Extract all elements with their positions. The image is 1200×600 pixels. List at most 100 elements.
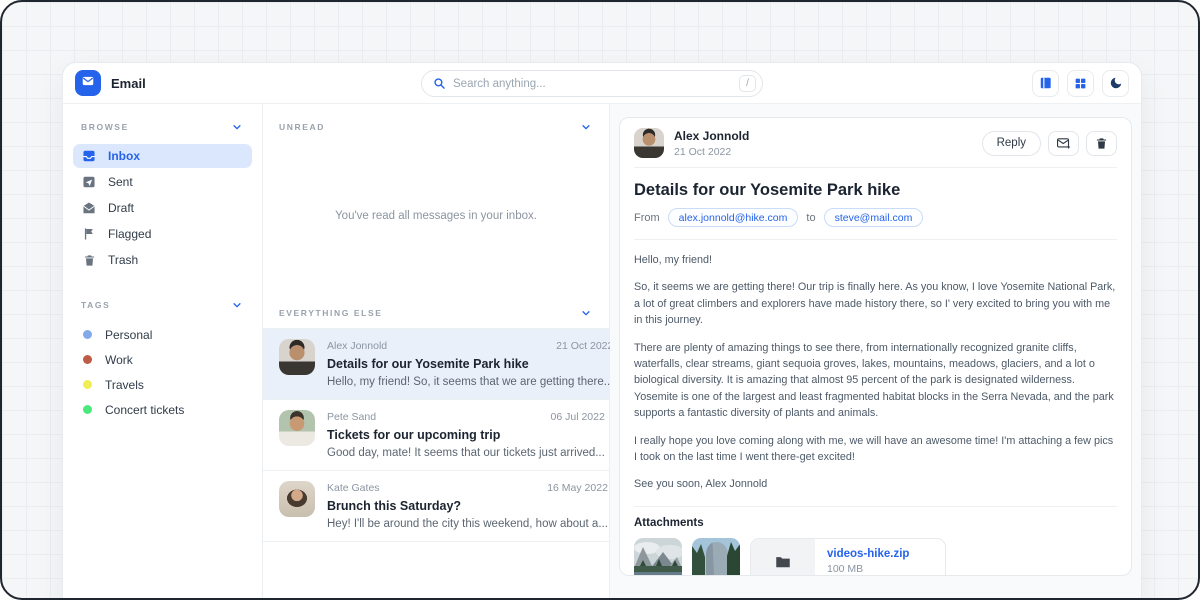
- draft-icon: [82, 201, 96, 215]
- email-sender: Pete Sand: [327, 411, 376, 423]
- tag-color-dot: [83, 405, 92, 414]
- email-subject: Brunch this Saturday?: [327, 499, 608, 513]
- email-preview: Hello, my friend! So, it seems that we a…: [327, 376, 613, 388]
- detail-actions: Reply: [982, 131, 1117, 156]
- sidebar-item-label: Sent: [108, 175, 133, 189]
- sender-avatar: [279, 410, 315, 446]
- tag-color-dot: [83, 330, 92, 339]
- chevron-down-icon: [232, 122, 242, 132]
- email-date: 06 Jul 2022: [551, 411, 605, 423]
- search-shortcut-badge: /: [739, 75, 756, 92]
- sender-avatar: [634, 128, 664, 158]
- mail-forward-icon: [1056, 136, 1071, 151]
- sidebar-item-label: Draft: [108, 201, 134, 215]
- tags-collapse-button[interactable]: [230, 298, 244, 312]
- from-to-line: From alex.jonnold@hike.com to steve@mail…: [634, 208, 1117, 240]
- email-detail-card: Alex Jonnold 21 Oct 2022 Reply: [619, 117, 1132, 576]
- delete-email-button[interactable]: [1086, 131, 1117, 156]
- everything-else-section-header: EVERYTHING ELSE: [263, 290, 609, 328]
- tag-item-personal[interactable]: Personal: [73, 322, 252, 347]
- attachments-section: Attachments: [634, 507, 1117, 576]
- trash-icon: [1095, 137, 1108, 150]
- search-input[interactable]: [453, 78, 732, 90]
- app-header: Email /: [63, 63, 1141, 104]
- sidebar-item-sent[interactable]: Sent: [73, 170, 252, 194]
- sidebar-item-flagged[interactable]: Flagged: [73, 222, 252, 246]
- everything-else-collapse-button[interactable]: [579, 306, 593, 320]
- dark-mode-button[interactable]: [1102, 70, 1129, 97]
- sidebar-item-trash[interactable]: Trash: [73, 248, 252, 272]
- email-list-column: UNREAD You've read all messages in your …: [263, 104, 610, 600]
- inbox-icon: [82, 149, 96, 163]
- email-list-item-alex[interactable]: Alex Jonnold 21 Oct 2022 Details for our…: [263, 329, 609, 400]
- attachment-photo-half-dome[interactable]: [692, 538, 740, 576]
- unread-section-label: UNREAD: [279, 122, 325, 132]
- email-body: Hello, my friend! So, it seems we are ge…: [634, 240, 1117, 507]
- email-list: Alex Jonnold 21 Oct 2022 Details for our…: [263, 328, 609, 542]
- sender-avatar: [279, 339, 315, 375]
- sent-icon: [82, 175, 96, 189]
- tag-item-travels[interactable]: Travels: [73, 372, 252, 397]
- app-title: Email: [111, 76, 146, 91]
- attachment-file-name[interactable]: videos-hike.zip: [827, 548, 909, 560]
- everything-else-section-label: EVERYTHING ELSE: [279, 308, 383, 318]
- email-date: 21 Oct 2022: [556, 340, 613, 352]
- attachment-file-card[interactable]: videos-hike.zip 100 MB: [750, 538, 946, 576]
- body-paragraph: So, it seems we are getting there! Our t…: [634, 279, 1117, 328]
- browse-collapse-button[interactable]: [230, 120, 244, 134]
- email-sender: Alex Jonnold: [327, 340, 387, 352]
- email-app-window: Email /: [62, 62, 1142, 600]
- body-paragraph: There are plenty of amazing things to se…: [634, 340, 1117, 422]
- to-email-pill[interactable]: steve@mail.com: [824, 208, 924, 227]
- apps-grid-button[interactable]: [1067, 70, 1094, 97]
- browse-section-header: BROWSE: [73, 118, 252, 144]
- body-paragraph: Hello, my friend!: [634, 252, 1117, 268]
- tags-section-header: TAGS: [73, 296, 252, 322]
- trash-icon: [82, 254, 96, 267]
- unread-section-header: UNREAD: [263, 104, 609, 142]
- sidebar-item-label: Inbox: [108, 149, 140, 163]
- body-paragraph: See you soon, Alex Jonnold: [634, 476, 1117, 492]
- tag-color-dot: [83, 355, 92, 364]
- desktop-background: Email /: [0, 0, 1200, 600]
- email-list-item-pete[interactable]: Pete Sand 06 Jul 2022 Tickets for our up…: [263, 400, 609, 471]
- from-email-pill[interactable]: alex.jonnold@hike.com: [668, 208, 799, 227]
- email-subject: Details for our Yosemite Park hike: [327, 357, 613, 371]
- sidebar-item-label: Trash: [108, 253, 138, 267]
- sidebar-item-inbox[interactable]: Inbox: [73, 144, 252, 168]
- main-content: BROWSE Inbox Sent: [63, 104, 1141, 600]
- folder-icon: [774, 553, 792, 571]
- search-icon: [433, 77, 446, 90]
- email-preview: Hey! I'll be around the city this weeken…: [327, 518, 608, 530]
- search-bar[interactable]: /: [421, 70, 763, 97]
- grid-icon: [1074, 77, 1087, 90]
- email-list-item-kate[interactable]: Kate Gates 16 May 2022 Brunch this Satur…: [263, 471, 609, 542]
- notebook-button[interactable]: [1032, 70, 1059, 97]
- attachment-file-size: 100 MB: [827, 563, 909, 575]
- attachment-photo-valley[interactable]: [634, 538, 682, 576]
- to-label: to: [806, 212, 815, 224]
- unread-empty-message: You've read all messages in your inbox.: [263, 142, 609, 290]
- tag-label: Travels: [105, 378, 144, 392]
- browse-section-label: BROWSE: [81, 122, 129, 132]
- sidebar-item-label: Flagged: [108, 227, 151, 241]
- forward-email-button[interactable]: [1048, 131, 1079, 156]
- email-date: 16 May 2022: [547, 482, 608, 494]
- sidebar-item-draft[interactable]: Draft: [73, 196, 252, 220]
- flag-icon: [82, 227, 96, 241]
- reply-button[interactable]: Reply: [982, 131, 1041, 156]
- moon-icon: [1109, 76, 1123, 90]
- tag-item-work[interactable]: Work: [73, 347, 252, 372]
- unread-collapse-button[interactable]: [579, 120, 593, 134]
- tag-label: Concert tickets: [105, 403, 184, 417]
- body-paragraph: I really hope you love coming along with…: [634, 433, 1117, 466]
- header-actions: [1032, 70, 1129, 97]
- detail-sender-name: Alex Jonnold: [674, 129, 749, 143]
- email-sender: Kate Gates: [327, 482, 380, 494]
- tag-item-concert-tickets[interactable]: Concert tickets: [73, 397, 252, 422]
- envelope-icon: [81, 74, 95, 93]
- from-label: From: [634, 212, 660, 224]
- sender-avatar: [279, 481, 315, 517]
- email-preview: Good day, mate! It seems that our ticket…: [327, 447, 605, 459]
- chevron-down-icon: [232, 300, 242, 310]
